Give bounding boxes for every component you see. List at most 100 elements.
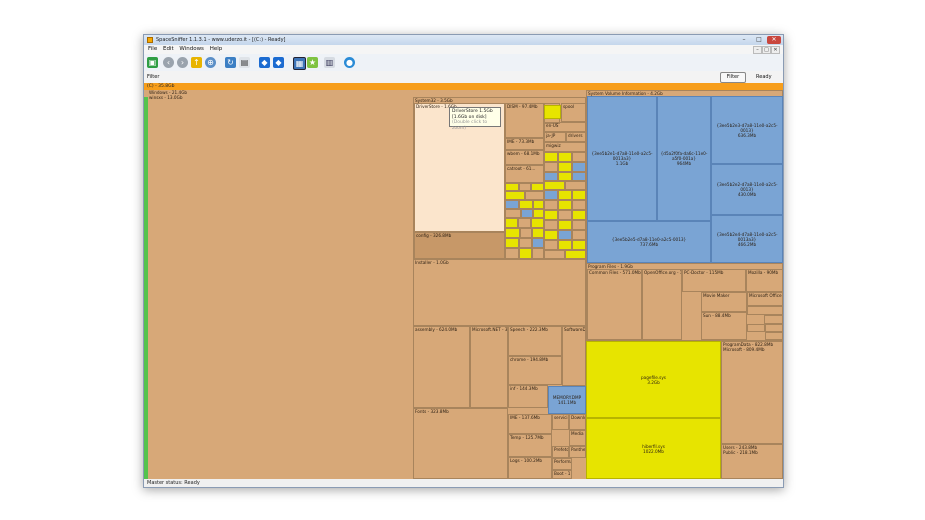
folder-windows[interactable]: Windows - 21.4Gb winsxs - 13.0Gb [148, 90, 413, 479]
file-small[interactable] [533, 209, 544, 218]
shield-alt-icon[interactable]: ◆ [273, 57, 284, 68]
folder-temp[interactable]: Temp - 125.7Mb [508, 434, 552, 457]
file-small[interactable] [572, 240, 586, 250]
file-small[interactable] [519, 248, 532, 259]
file-small[interactable] [544, 250, 565, 259]
file-small[interactable] [558, 240, 572, 250]
file-small[interactable] [572, 200, 586, 210]
file-small[interactable] [525, 191, 544, 200]
file-small[interactable] [505, 218, 518, 228]
file-small[interactable] [521, 209, 533, 218]
file-small[interactable] [558, 190, 572, 200]
drive-bar[interactable]: (C) - 35.8Gb [144, 83, 783, 90]
file-small[interactable] [533, 200, 544, 209]
folder-small[interactable] [747, 306, 783, 315]
back-icon[interactable]: ‹ [163, 57, 174, 68]
file-small[interactable] [544, 190, 558, 200]
folder-common-files[interactable]: Common Files - 571.0Mb [587, 269, 642, 340]
folder-ime-sys[interactable]: IME - 73.3Mb [505, 138, 544, 150]
file-small[interactable] [544, 152, 558, 162]
file-small[interactable] [520, 228, 532, 238]
folder-servicing[interactable]: servicing [552, 414, 569, 430]
folder-microsoft-net[interactable]: Microsoft.NET - 312.5Mb [470, 326, 508, 408]
folder-programdata[interactable]: ProgramData - 822.8Mb Microsoft - 809.4M… [721, 341, 783, 444]
folder-mozilla[interactable]: Mozilla - 90Mb [746, 269, 783, 292]
file-small[interactable] [544, 181, 565, 190]
folder-prefetch[interactable]: Prefetch [552, 446, 569, 458]
file-small[interactable] [565, 250, 586, 259]
forward-icon[interactable]: › [177, 57, 188, 68]
folder-sun[interactable]: Sun - 88.4Mb [701, 312, 747, 340]
folder-small[interactable] [765, 324, 783, 332]
file-svi-6[interactable]: {3ee5b2e5-d7a8-11e0-a2c5-0013} 737.6Mb [587, 221, 711, 263]
folder-small[interactable] [747, 324, 765, 332]
file-small[interactable] [505, 209, 521, 218]
file-small[interactable] [519, 238, 532, 248]
shield-icon[interactable]: ◆ [259, 57, 270, 68]
file-small[interactable] [532, 238, 544, 248]
file-small[interactable] [505, 238, 519, 248]
new-scan-icon[interactable]: ▣ [147, 57, 158, 68]
folder-dism[interactable]: DISM - 97.4Mb [505, 103, 544, 138]
close-button[interactable]: ✕ [767, 36, 781, 44]
folder-wbem[interactable]: wbem - 68.1Mb [505, 150, 544, 165]
folder-boot[interactable]: Boot - 1 [552, 470, 572, 479]
file-small[interactable] [544, 240, 558, 250]
menu-edit[interactable]: Edit [163, 45, 174, 54]
file-svi-3[interactable]: {3ee5b2e3-d7a8-11e0-a2c5-0013} 636.3Mb [711, 96, 783, 164]
file-memory-dmp[interactable]: MEMORY.DMP 141.1Mb [548, 386, 586, 414]
mdi-minimize-button[interactable]: – [753, 46, 762, 54]
file-small[interactable] [558, 200, 572, 210]
folder-spool[interactable]: spool [561, 103, 586, 122]
file-small[interactable] [544, 172, 558, 181]
refresh-icon[interactable]: ↻ [225, 57, 236, 68]
menu-help[interactable]: Help [210, 45, 223, 54]
folder-movie-maker[interactable]: Movie Maker [701, 292, 747, 312]
file-svi-2[interactable]: {d5a2f0fa-da6c-11e0-a5f0-001a} 964Mb [657, 96, 711, 221]
file-small[interactable] [519, 183, 531, 191]
file-small[interactable] [572, 220, 586, 230]
folder-inf[interactable]: inf - 144.3Mb [508, 385, 548, 408]
folder-downloaded[interactable]: Downloaded [569, 414, 586, 430]
file-small[interactable] [572, 162, 586, 172]
folder-ime[interactable]: IME - 137.6Mb [508, 414, 552, 434]
menu-file[interactable]: File [148, 45, 157, 54]
file-small[interactable] [518, 218, 531, 228]
folder-softwaredistribution[interactable]: SoftwareD [562, 326, 586, 386]
file-small[interactable] [519, 200, 533, 209]
folder-fonts[interactable]: Fonts - 323.8Mb [413, 408, 508, 479]
mdi-close-button[interactable]: ✕ [771, 46, 780, 54]
file-small[interactable] [572, 190, 586, 200]
folder-users[interactable]: Users - 243.8Mb Public - 218.1Mb [721, 444, 783, 479]
file-yellow-1[interactable] [544, 105, 561, 119]
folder-installer[interactable]: Installer - 1.0Gb [413, 259, 586, 326]
folder-panther[interactable]: Panther [569, 446, 586, 458]
file-small[interactable] [558, 172, 572, 181]
file-svi-5[interactable]: {3ee5b2e4-d7a8-11e0-a2c5-0013a3} 466.2Mb [711, 215, 783, 263]
folder-speech[interactable]: Speech - 222.3Mb [508, 326, 562, 356]
file-small[interactable] [558, 210, 572, 220]
folder-logs[interactable]: Logs - 100.2Mb [508, 457, 552, 479]
folder-migwiz[interactable]: migwiz [544, 142, 586, 152]
file-small[interactable] [505, 248, 519, 259]
file-small[interactable] [558, 152, 572, 162]
file-small[interactable] [544, 210, 558, 220]
folder-config[interactable]: config - 326.8Mb [414, 232, 505, 259]
file-small[interactable] [531, 218, 544, 228]
file-svi-1[interactable]: {3ee5b2e1-d7a8-11e0-a2c5-0013a3} 1.1Gb [587, 96, 657, 221]
maximize-button[interactable]: □ [752, 36, 766, 44]
file-small[interactable] [544, 162, 558, 172]
file-hiberfil-sys[interactable]: hiberfil.sys 1022.0Mb [586, 418, 721, 479]
menu-windows[interactable]: Windows [179, 45, 204, 54]
folder-assembly[interactable]: assembly - 624.0Mb [413, 326, 470, 408]
file-small[interactable] [531, 183, 544, 191]
mdi-maximize-button[interactable]: □ [762, 46, 771, 54]
settings-icon[interactable]: ● [344, 57, 355, 68]
file-small[interactable] [572, 210, 586, 220]
folder-openoffice[interactable]: OpenOffice.org - 1... [642, 269, 682, 340]
file-small[interactable] [572, 230, 586, 240]
folder-performance[interactable]: Performance [552, 458, 572, 470]
tree-icon[interactable]: ▦ [293, 57, 306, 70]
folder-drivers[interactable]: drivers [566, 132, 586, 142]
file-small[interactable] [558, 230, 572, 240]
